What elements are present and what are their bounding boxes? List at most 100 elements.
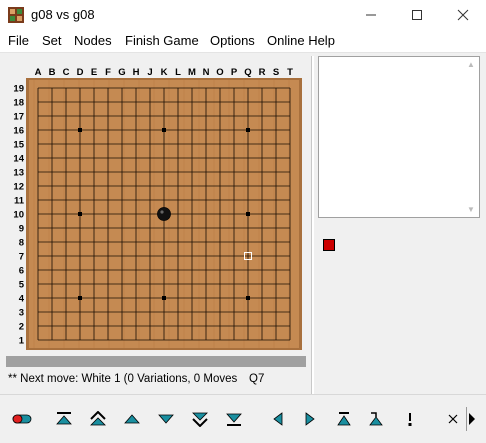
comment-textarea[interactable]: ▲ ▼ [318,56,480,218]
column-label: H [133,67,140,78]
horizontal-scrollbar[interactable] [6,356,306,367]
minimize-icon [366,14,376,16]
star-point [246,128,250,132]
menu-nodes[interactable]: Nodes [74,33,112,48]
record-button[interactable] [10,407,34,431]
star-point [162,128,166,132]
main-line-icon [337,412,351,426]
column-label: L [175,67,181,78]
black-stone[interactable] [157,207,171,221]
column-label: A [35,67,42,78]
previous-variation-icon [273,412,283,426]
menu-options[interactable]: Options [210,33,255,48]
row-label: 18 [13,98,24,109]
toolbar-scroll-right-button[interactable] [462,407,480,431]
mark-icon [408,413,412,426]
menu-finish-game[interactable]: Finish Game [125,33,199,48]
row-label: 5 [19,280,25,291]
row-label: 6 [19,266,24,277]
column-label: T [287,67,293,78]
row-label: 13 [13,168,24,179]
row-label: 9 [19,224,24,235]
fast-back-button[interactable] [86,407,110,431]
variation-button[interactable] [364,407,388,431]
row-label: 10 [13,210,24,221]
row-label: 15 [13,140,24,151]
star-point [78,128,82,132]
close-icon [457,9,469,21]
menu-online-help[interactable]: Online Help [267,33,335,48]
column-label: S [273,67,279,78]
board-area: A B C D E F G H J K L M N O P Q R S T 19 18 17 16 15 14 13 12 11 10 9… [3,56,308,356]
first-move-icon [56,412,72,425]
record-icon [12,414,32,424]
close-button[interactable] [440,0,486,30]
last-move-button[interactable] [222,407,246,431]
column-label: C [63,67,70,78]
column-label: R [259,67,266,78]
back-button[interactable] [120,407,144,431]
column-label: N [203,67,210,78]
column-label: G [118,67,125,78]
app-icon [8,7,24,23]
column-label: E [91,67,97,78]
column-label: B [49,67,56,78]
star-point [78,296,82,300]
comment-scrollbar[interactable]: ▲ ▼ [463,57,479,217]
last-move-icon [226,413,242,426]
fast-forward-button[interactable] [188,407,212,431]
row-label: 2 [19,322,24,333]
row-label: 4 [19,294,25,305]
scroll-up-icon[interactable]: ▲ [467,60,475,69]
menu-bar: File Set Nodes Finish Game Options Onlin… [0,30,486,53]
menu-set[interactable]: Set [42,33,62,48]
column-label: J [147,67,152,78]
go-board[interactable]: A B C D E F G H J K L M N O P Q R S T191817161514131211109… [3,56,308,356]
vertical-splitter[interactable] [311,56,314,394]
star-point [246,296,250,300]
row-label: 19 [13,84,24,95]
forward-icon [158,414,174,424]
column-label: Q [244,67,251,78]
close-icon [448,414,458,424]
row-label: 1 [19,336,25,347]
column-label: D [77,67,84,78]
main-line-button[interactable] [332,407,356,431]
previous-variation-button[interactable] [266,407,290,431]
next-variation-button[interactable] [298,407,322,431]
row-label: 8 [19,238,24,249]
fast-back-icon [90,411,106,426]
row-label: 17 [13,112,24,123]
maximize-button[interactable] [394,0,440,30]
menu-file[interactable]: File [8,33,29,48]
row-label: 7 [19,252,24,263]
column-label: P [231,67,238,78]
back-icon [124,414,140,424]
column-label: O [216,67,223,78]
row-label: 12 [13,182,24,193]
star-point [78,212,82,216]
scroll-right-icon [466,407,475,431]
row-label: 3 [19,308,24,319]
scroll-down-icon[interactable]: ▼ [467,205,475,214]
status-move: Q7 [248,373,265,385]
next-variation-icon [305,412,315,426]
navigation-toolbar [0,398,486,440]
first-move-button[interactable] [52,407,76,431]
stone-highlight [160,210,164,214]
column-label: F [105,67,111,78]
star-point [162,296,166,300]
mark-button[interactable] [398,407,422,431]
maximize-icon [412,10,422,20]
row-label: 11 [14,196,25,207]
turn-indicator [323,239,335,251]
row-label: 16 [13,126,24,137]
star-point [246,212,250,216]
forward-button[interactable] [154,407,178,431]
variation-icon [369,412,383,426]
status-text: ** Next move: White 1 (0 Variations, 0 M… [8,373,238,385]
horizontal-splitter [0,394,486,395]
title-bar: g08 vs g08 [0,0,486,30]
minimize-button[interactable] [348,0,394,30]
row-label: 14 [13,154,24,165]
